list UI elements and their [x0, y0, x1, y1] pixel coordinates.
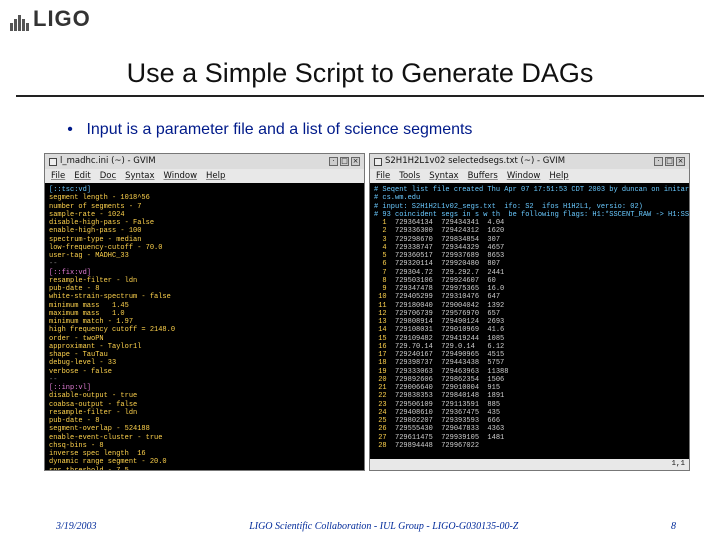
- bullet-marker: •: [58, 121, 82, 139]
- maximize-icon[interactable]: □: [665, 157, 674, 166]
- minimize-icon[interactable]: ·: [329, 157, 338, 166]
- close-icon[interactable]: ×: [351, 157, 360, 166]
- menu-edit[interactable]: Edit: [74, 171, 90, 182]
- logo-bars-icon: [10, 9, 30, 31]
- terminal-body: [::tsc:vd] segment length - 1018^56 numb…: [45, 183, 364, 470]
- window-title: l_madhc.ini (~) - GVIM: [60, 156, 156, 167]
- menu-file[interactable]: File: [51, 171, 65, 182]
- header: LIGO: [0, 0, 720, 40]
- bullet-text: Input is a parameter file and a list of …: [86, 121, 472, 138]
- close-icon[interactable]: ×: [676, 157, 685, 166]
- terminal-left: l_madhc.ini (~) - GVIM · □ × File Edit D…: [44, 153, 365, 471]
- footer-date: 3/19/2003: [56, 521, 97, 532]
- terminal-right: S2H1H2L1v02 selectedsegs.txt (~) - GVIM …: [369, 153, 690, 471]
- window-titlebar: S2H1H2L1v02 selectedsegs.txt (~) - GVIM …: [370, 154, 689, 169]
- terminal-body: # Seqent list file created Thu Apr 07 17…: [370, 183, 689, 470]
- terminals-container: l_madhc.ini (~) - GVIM · □ × File Edit D…: [44, 153, 690, 471]
- menu-tools[interactable]: Tools: [399, 171, 420, 182]
- menu-window[interactable]: Window: [164, 171, 198, 182]
- window-title: S2H1H2L1v02 selectedsegs.txt (~) - GVIM: [385, 156, 565, 167]
- menu-bar: File Edit Doc Syntax Window Help: [45, 169, 364, 183]
- menu-syntax[interactable]: Syntax: [125, 171, 154, 182]
- ligo-logo: LIGO: [10, 8, 91, 31]
- window-icon: [49, 158, 57, 166]
- menu-bar: File Tools Syntax Buffers Window Help: [370, 169, 689, 183]
- menu-help[interactable]: Help: [549, 171, 568, 182]
- logo-text: LIGO: [33, 6, 91, 31]
- minimize-icon[interactable]: ·: [654, 157, 663, 166]
- cursor-position: 1,1: [671, 460, 685, 469]
- footer: 3/19/2003 LIGO Scientific Collaboration …: [0, 521, 720, 532]
- bullet-item: • Input is a parameter file and a list o…: [58, 121, 720, 139]
- menu-doc[interactable]: Doc: [100, 171, 116, 182]
- footer-center: LIGO Scientific Collaboration - IUL Grou…: [97, 521, 671, 532]
- status-bar: 1,1: [370, 459, 689, 470]
- maximize-icon[interactable]: □: [340, 157, 349, 166]
- menu-window[interactable]: Window: [507, 171, 541, 182]
- slide-title: Use a Simple Script to Generate DAGs: [0, 58, 720, 89]
- window-titlebar: l_madhc.ini (~) - GVIM · □ ×: [45, 154, 364, 169]
- menu-syntax[interactable]: Syntax: [429, 171, 458, 182]
- window-icon: [374, 158, 382, 166]
- menu-buffers[interactable]: Buffers: [468, 171, 498, 182]
- divider: [16, 95, 704, 97]
- page-number: 8: [671, 521, 676, 532]
- menu-help[interactable]: Help: [206, 171, 225, 182]
- menu-file[interactable]: File: [376, 171, 390, 182]
